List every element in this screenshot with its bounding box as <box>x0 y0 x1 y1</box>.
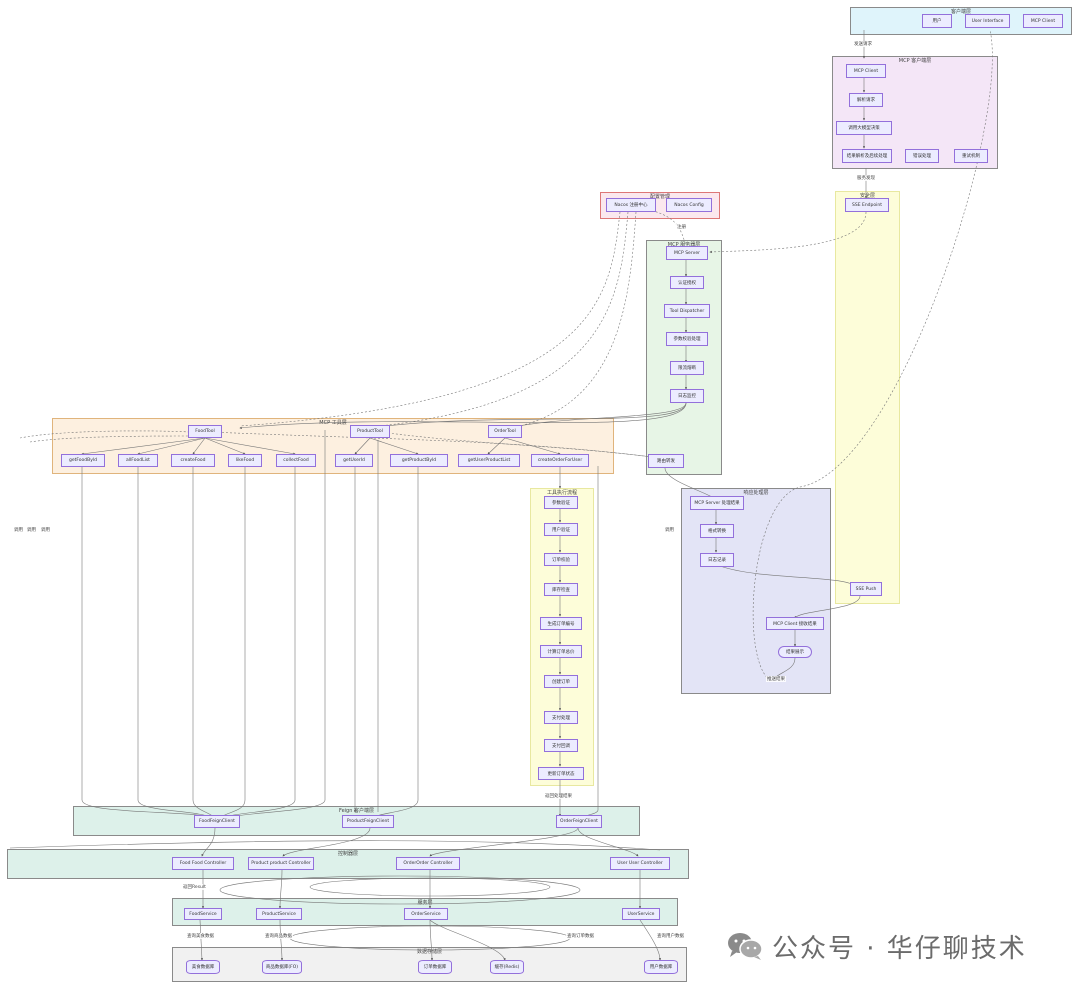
node-resp-stream[interactable]: MCP Client 接收结果 <box>766 617 824 630</box>
label-query-product: 查询商品数据 <box>264 933 293 939</box>
tool-get-food-by-id[interactable]: getFoodByld <box>61 454 105 467</box>
label-call: 调用 <box>664 527 675 533</box>
label-query-user: 查询用户数据 <box>656 933 685 939</box>
exec-step-1[interactable]: 参数验证 <box>544 496 578 509</box>
exec-step-9[interactable]: 支付回调 <box>544 739 578 752</box>
tool-all-food-list[interactable]: allFoodList <box>118 454 158 467</box>
db-product[interactable]: 商品数据库(FO) <box>262 960 302 974</box>
label-left-2: 调用 <box>27 528 36 533</box>
node-auth[interactable]: 认证授权 <box>670 276 704 289</box>
tool-create-food[interactable]: createFood <box>171 454 215 467</box>
tool-get-user-product-list[interactable]: getUserProductList <box>458 454 520 467</box>
node-feign-product[interactable]: ProductFeignClient <box>342 815 394 828</box>
tool-get-product-by-id[interactable]: getProductByld <box>390 454 448 467</box>
label-discover: 服务发现 <box>856 175 876 181</box>
node-user-interface[interactable]: User Interface <box>965 14 1010 28</box>
node-resp-result[interactable]: MCP Server 处理结果 <box>690 496 744 510</box>
label-return-food: 返回Result <box>182 884 207 890</box>
node-user[interactable]: 用户 <box>922 14 952 28</box>
watermark-text: 公众号 · 华仔聊技术 <box>772 933 1027 964</box>
label-register: 注册 <box>676 224 687 230</box>
exec-step-10[interactable]: 更新订单状态 <box>538 767 584 780</box>
tool-collect-food[interactable]: collectFood <box>276 454 316 467</box>
node-rate-limit[interactable]: 限流熔断 <box>670 361 704 375</box>
tool-create-order-for-user[interactable]: createOrderForUser <box>531 454 589 467</box>
node-error-handle[interactable]: 错误处理 <box>905 149 939 163</box>
exec-step-2[interactable]: 用户验证 <box>544 523 578 536</box>
label-send-request: 发送请求 <box>853 41 873 47</box>
node-mcp-client[interactable]: MCP Client <box>846 64 886 78</box>
node-nacos-registry[interactable]: Nacos 注册中心 <box>606 198 656 212</box>
node-svc-user[interactable]: UserService <box>622 908 660 920</box>
node-ctrl-food[interactable]: Food Food Controller <box>172 857 234 870</box>
db-order[interactable]: 订单数据库 <box>418 960 452 974</box>
exec-step-4[interactable]: 库存检查 <box>544 583 578 596</box>
tool-like-food[interactable]: likeFood <box>228 454 262 467</box>
label-left-1: 调用 <box>14 528 23 533</box>
exec-step-7[interactable]: 创建订单 <box>544 675 578 688</box>
label-query-order: 查询订单数据 <box>566 933 595 939</box>
node-ctrl-user[interactable]: User User Controller <box>610 857 670 870</box>
node-retry-logic[interactable]: 重试机制 <box>954 149 988 163</box>
node-resp-display[interactable]: 结果展示 <box>778 646 812 658</box>
db-cache[interactable]: 缓存(Redis) <box>490 960 524 974</box>
node-product-tool[interactable]: ProductTool <box>350 425 390 438</box>
node-feign-food[interactable]: FoodFeignClient <box>194 815 240 828</box>
node-ctrl-order[interactable]: OrderOrder Controller <box>396 857 460 870</box>
label-left-3: 调用 <box>41 528 50 533</box>
node-svc-order[interactable]: OrderService <box>404 908 448 920</box>
exec-step-5[interactable]: 生成订单编号 <box>540 617 582 630</box>
node-route-forward[interactable]: 路由转发 <box>648 454 684 468</box>
db-food[interactable]: 美食数据库 <box>186 960 220 974</box>
wechat-icon <box>728 933 763 960</box>
label-push-result: 推送结果 <box>766 676 786 682</box>
label-return-result: 返回处理结果 <box>544 793 573 799</box>
exec-step-8[interactable]: 支付处理 <box>544 711 578 724</box>
node-resp-log[interactable]: 日志记录 <box>700 553 734 567</box>
node-param-validate[interactable]: 参数校验处理 <box>666 332 708 346</box>
node-result-parse[interactable]: 结果解析及后续处理 <box>842 149 892 163</box>
node-sse-endpoint[interactable]: SSE Endpoint <box>845 198 889 212</box>
node-svc-product[interactable]: ProductService <box>256 908 302 920</box>
tool-get-user-id[interactable]: getUserId <box>335 454 373 467</box>
node-parse-request[interactable]: 解析请求 <box>849 93 883 107</box>
node-log-monitor[interactable]: 日志监控 <box>670 389 704 403</box>
node-nacos-config[interactable]: Nacos Config <box>666 198 712 212</box>
exec-step-3[interactable]: 订单校验 <box>544 553 578 566</box>
node-resp-format[interactable]: 格式转换 <box>700 524 734 538</box>
db-user[interactable]: 用户数据库 <box>644 960 678 974</box>
node-ctrl-product[interactable]: Product product Controller <box>248 857 314 870</box>
node-svc-food[interactable]: FoodService <box>184 908 222 920</box>
node-llm-decide[interactable]: 调用大模型决策 <box>836 121 892 135</box>
node-tool-dispatcher[interactable]: Tool Dispatcher <box>664 304 710 318</box>
label-query-food: 查询美食数据 <box>186 933 215 939</box>
exec-step-6[interactable]: 计算订单总价 <box>540 645 582 658</box>
node-mcp-client-top[interactable]: MCP Client <box>1023 14 1063 28</box>
watermark: 公众号 · 华仔聊技术 <box>726 928 1076 964</box>
node-sse-push[interactable]: SSE Push <box>850 582 882 596</box>
node-order-tool[interactable]: OrderTool <box>488 425 522 438</box>
node-food-tool[interactable]: FoodTool <box>188 425 222 438</box>
node-mcp-server[interactable]: MCP Server <box>666 246 708 260</box>
node-feign-order[interactable]: OrderFeignClient <box>556 815 602 828</box>
